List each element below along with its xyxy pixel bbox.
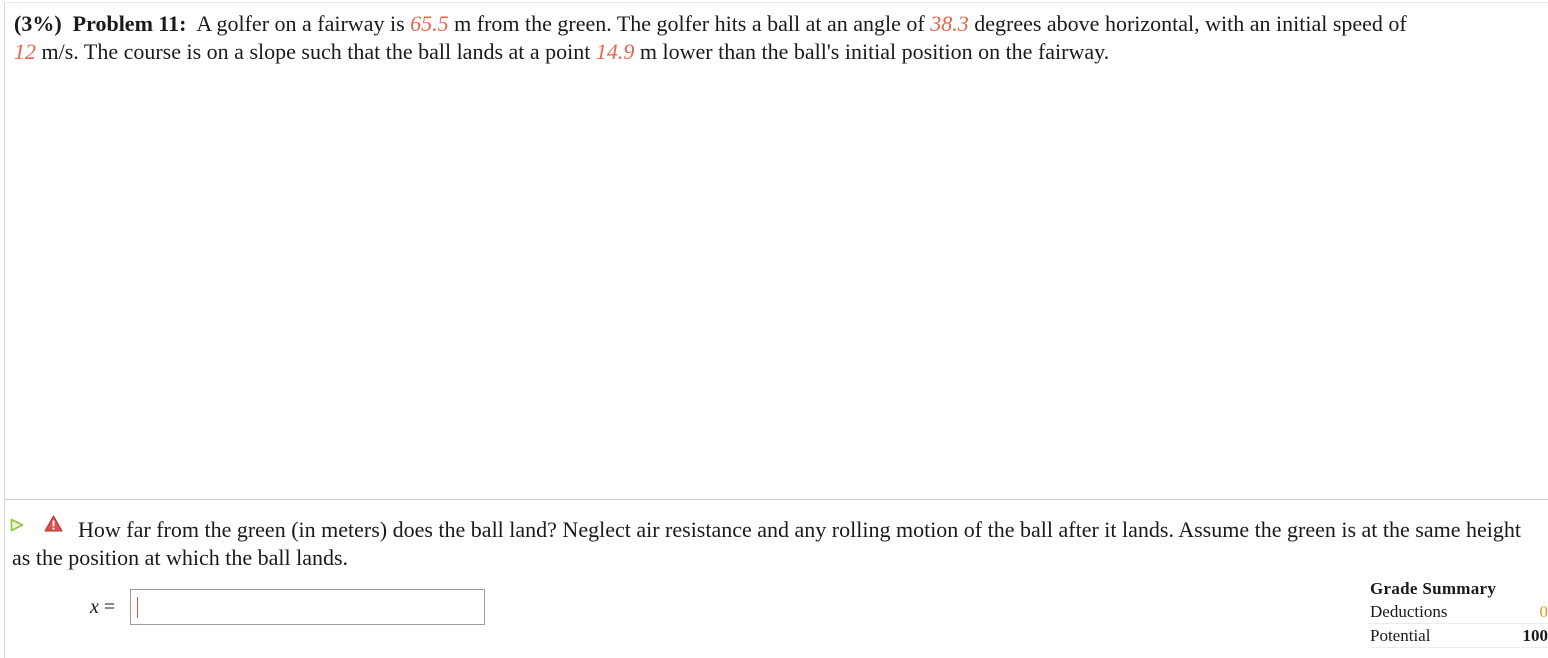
grade-summary-title: Grade Summary xyxy=(1370,579,1497,598)
deductions-label: Deductions xyxy=(1370,602,1448,621)
answer-variable: x xyxy=(90,596,99,618)
problem-text-1: A golfer on a fairway is xyxy=(196,11,405,36)
deductions-row: Deductions 0 xyxy=(1368,600,1548,624)
problem-label: Problem 11: xyxy=(72,11,187,36)
problem-text-2: m from the green. The golfer hits a ball… xyxy=(454,11,925,36)
deductions-value: 0 xyxy=(1539,602,1548,621)
text-caret xyxy=(137,597,138,618)
given-drop: 14.9 xyxy=(595,39,635,64)
problem-weight: (3%) xyxy=(14,11,62,36)
question-text: How far from the green (in meters) does … xyxy=(12,517,1521,570)
potential-value: 100 xyxy=(1522,626,1548,645)
answer-equals: = xyxy=(103,596,116,618)
problem-text-3: degrees above horizontal, with an initia… xyxy=(974,11,1407,36)
problem-text-5: m lower than the ball's initial position… xyxy=(639,39,1110,64)
problem-text-4: m/s. The course is on a slope such that … xyxy=(41,39,591,64)
grade-summary: Grade Summary Deductions 0 Potential 100 xyxy=(1368,578,1548,648)
given-angle: 38.3 xyxy=(930,11,969,36)
given-distance: 65.5 xyxy=(410,11,449,36)
answer-label: x = xyxy=(90,595,115,619)
given-speed: 12 xyxy=(14,39,36,64)
potential-row: Potential 100 xyxy=(1368,624,1548,648)
answer-input[interactable] xyxy=(130,589,485,625)
problem-panel: (3%) Problem 11: A golfer on a fairway i… xyxy=(4,2,1548,499)
potential-label: Potential xyxy=(1370,626,1431,645)
problem-statement: (3%) Problem 11: A golfer on a fairway i… xyxy=(14,10,1414,66)
